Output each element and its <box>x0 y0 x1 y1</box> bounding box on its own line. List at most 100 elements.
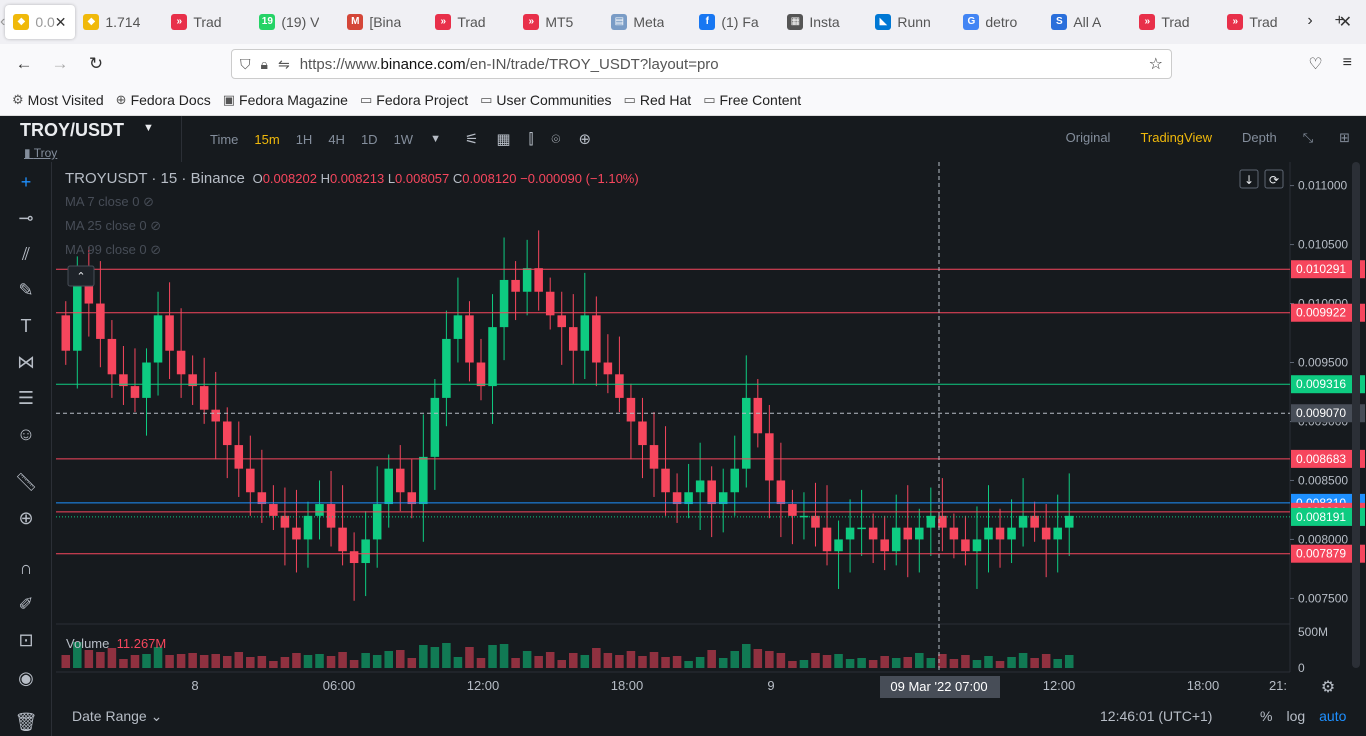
candle-type-icon[interactable]: ⫿ <box>520 131 543 148</box>
text-tool-icon[interactable]: T <box>14 316 38 337</box>
close-tab-icon[interactable]: ✕ <box>55 14 67 31</box>
symbol-title[interactable]: TROY/USDT <box>20 120 124 141</box>
volume-bar <box>269 661 278 668</box>
volume-bar <box>730 651 740 668</box>
lock-icon[interactable]: 🔒︎ <box>261 56 268 73</box>
bookmark-item[interactable]: ▭ Red Hat <box>624 92 692 108</box>
eye-off-icon[interactable]: ⊘ <box>143 194 154 209</box>
close-window-icon[interactable]: ✕ <box>1339 12 1352 32</box>
volume-bar <box>811 653 820 668</box>
timeframe-15m[interactable]: 15m <box>246 132 287 147</box>
date-range-button[interactable]: Date Range ⌄ <box>72 708 162 725</box>
zoom-icon[interactable]: ⊕ <box>14 508 38 529</box>
volume-bar <box>626 651 636 668</box>
bookmark-star-icon[interactable]: ☆ <box>1149 54 1163 74</box>
indicators-icon[interactable]: ▦ <box>487 130 519 148</box>
candlestick-chart[interactable]: 0.0110000.0105000.0100000.0095000.009000… <box>56 162 1366 736</box>
bookmark-item[interactable]: ▣ Fedora Magazine <box>223 92 348 108</box>
lock-draw-icon[interactable]: ✐ <box>14 594 38 615</box>
browser-tab[interactable]: ▤ Meta <box>603 5 691 39</box>
fib-icon[interactable]: ☰ <box>14 388 38 409</box>
timeframe-dropdown-icon[interactable]: ▼ <box>421 133 450 145</box>
volume-bar <box>603 653 613 668</box>
volume-bar <box>649 652 659 668</box>
permissions-icon[interactable]: ⇋ <box>278 56 290 73</box>
globe-icon: ⊕ <box>115 91 127 107</box>
browser-tab[interactable]: M [Bina <box>339 5 427 39</box>
candle-body <box>349 551 359 564</box>
volume-bar <box>984 656 993 668</box>
ohlc-legend: TROYUSDT · 15 · Binance O0.008202 H0.008… <box>65 170 639 187</box>
symbol-caret-icon[interactable]: ▼ <box>143 122 154 134</box>
fullscreen-icon[interactable]: ⤡ <box>1303 130 1313 146</box>
browser-tab[interactable]: 19 (19) V <box>251 5 339 39</box>
brush-icon[interactable]: ✎ <box>14 280 38 301</box>
bookmark-item[interactable]: ▭ Free Content <box>703 92 801 108</box>
emoji-icon[interactable]: ☺ <box>14 424 38 445</box>
pocket-icon[interactable]: ♡ <box>1308 54 1322 74</box>
volume-bar <box>96 652 105 668</box>
reload-icon[interactable]: ↻ <box>78 54 114 74</box>
line-tool-icon[interactable]: ⊸ <box>14 208 38 229</box>
tab-favicon-icon: » <box>435 14 452 30</box>
view-tab-original[interactable]: Original <box>1066 130 1111 146</box>
scale-button-percent[interactable]: % <box>1260 708 1272 724</box>
browser-tab[interactable]: f (1) Fa <box>691 5 779 39</box>
bookmark-item[interactable]: ⚙ Most Visited <box>12 92 104 108</box>
crosshair-icon[interactable]: + <box>14 172 38 193</box>
forward-icon[interactable]: → <box>42 54 78 74</box>
volume-bar <box>1041 654 1051 668</box>
trend-tool-icon[interactable]: ⫽ <box>14 244 38 265</box>
ruler-icon[interactable]: 📏︎ <box>14 472 38 493</box>
volume-bar <box>580 655 590 668</box>
url-bar[interactable]: ⛉ 🔒︎ ⇋ https://www. binance.com/en-IN/tra… <box>231 49 1172 79</box>
browser-tab[interactable]: ◣ Runn <box>867 5 955 39</box>
shield-icon[interactable]: ⛉ <box>240 56 251 73</box>
view-tab-depth[interactable]: Depth <box>1242 130 1277 146</box>
browser-tab[interactable]: Gdetro <box>955 5 1043 39</box>
browser-tab[interactable]: S All A <box>1043 5 1131 39</box>
volume-bar <box>130 655 140 668</box>
symbol-sub-link[interactable]: ▮ Troy <box>24 146 57 160</box>
browser-tab[interactable]: » Trad <box>1131 5 1219 39</box>
view-tab-tradingview[interactable]: TradingView <box>1140 130 1212 146</box>
settings-sliders-icon[interactable]: ⚟ <box>456 130 487 148</box>
timeframe-1w[interactable]: 1W <box>386 132 422 147</box>
layout-grid-icon[interactable]: ⊞ <box>1339 130 1350 146</box>
browser-tab[interactable]: » Trad <box>427 5 515 39</box>
candle-body <box>442 338 451 398</box>
timeframe-1d[interactable]: 1D <box>353 132 386 147</box>
browser-tab[interactable]: ◆ 0.0 ✕ <box>5 5 76 39</box>
bookmarks-bar: ⚙ Most Visited ⊕ Fedora Docs ▣ Fedora Magazin… <box>0 84 1366 116</box>
browser-tab[interactable]: ◆ 1.714 <box>75 5 163 39</box>
timeframe-time[interactable]: Time <box>202 132 246 147</box>
browser-tab[interactable]: ▦ Insta <box>779 5 867 39</box>
unlock-icon[interactable]: ⊡ <box>14 630 38 651</box>
menu-icon[interactable]: ≡ <box>1343 54 1352 74</box>
pattern-icon[interactable]: ⋈ <box>14 352 38 373</box>
back-icon[interactable]: ← <box>6 54 42 74</box>
candle-body <box>545 291 555 316</box>
bookmark-item[interactable]: ▭ Fedora Project <box>360 92 468 108</box>
volume-bar <box>257 656 267 668</box>
candle-body <box>868 527 878 540</box>
camera-icon[interactable]: ⌾ <box>542 131 569 148</box>
timeframe-4h[interactable]: 4H <box>320 132 353 147</box>
chart-area[interactable]: 0.0110000.0105000.0100000.0095000.009000… <box>56 162 1366 736</box>
bookmark-item[interactable]: ⊕ Fedora Docs <box>116 92 211 108</box>
tab-scroll-right-icon[interactable]: › <box>1307 12 1312 32</box>
browser-tab[interactable]: » Trad <box>1219 5 1307 39</box>
eye-off-icon[interactable]: ⊘ <box>150 242 161 257</box>
scale-button-log[interactable]: log <box>1286 708 1305 724</box>
timeframe-1h[interactable]: 1H <box>288 132 321 147</box>
bookmark-item[interactable]: ▭ User Communities <box>480 92 611 108</box>
add-icon[interactable]: ⊕ <box>569 130 600 148</box>
browser-tab[interactable]: » MT5 <box>515 5 603 39</box>
eye-off-icon[interactable]: ⊘ <box>150 218 161 233</box>
magnet-icon[interactable]: ∩ <box>14 558 38 579</box>
browser-tab[interactable]: » Trad <box>163 5 251 39</box>
eye-icon[interactable]: ◉ <box>14 668 38 689</box>
scale-button-auto[interactable]: auto <box>1319 708 1346 724</box>
candle-body <box>753 397 763 434</box>
candle-body <box>96 303 105 339</box>
